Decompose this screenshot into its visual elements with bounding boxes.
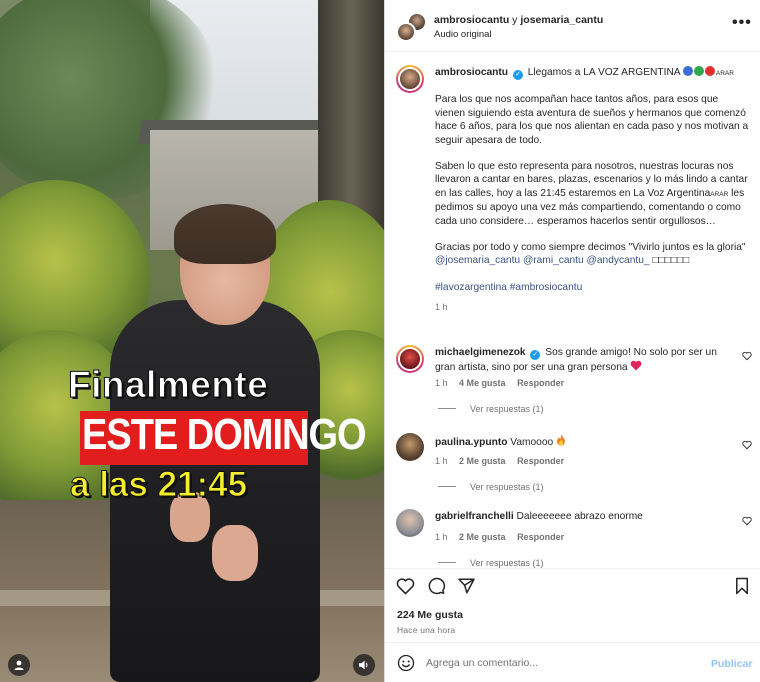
reply-button[interactable]: Responder	[517, 378, 564, 388]
comment-likes[interactable]: 4 Me gusta	[459, 378, 506, 388]
caption-emoji-tail: □□□□□□	[649, 255, 690, 267]
comment-username[interactable]: michaelgimenezok	[435, 347, 526, 358]
post-actions: 224 Me gusta Hace una hora	[385, 568, 760, 642]
replies-divider	[438, 408, 456, 409]
caption-text: ambrosiocantu ✓ Llegamos a LA VOZ ARGENT…	[435, 66, 750, 315]
like-comment-heart-icon[interactable]	[742, 351, 752, 361]
video-person-hand	[212, 525, 258, 581]
comment-body: Daleeeeeee abrazo enorme	[516, 511, 643, 522]
view-replies-label[interactable]: Ver respuestas (1)	[470, 558, 544, 568]
view-replies-link[interactable]: Ver respuestas (1)	[438, 558, 544, 568]
flag-text: ARAR	[715, 70, 734, 77]
authors-joiner: y	[509, 14, 521, 26]
red-circle-icon	[704, 66, 715, 76]
video-caption-line3: a las 21:45	[69, 465, 248, 505]
mention-link[interactable]: @josemaria_cantu	[435, 255, 520, 266]
likes-count[interactable]: 224 Me gusta	[397, 609, 463, 621]
post-header: ambrosiocantu y josemaria_cantu Audio or…	[385, 0, 760, 52]
comment-time[interactable]: 1 h	[435, 378, 448, 388]
caption-paragraph-text: Gracias por todo y como siempre decimos …	[435, 242, 746, 254]
comment-time[interactable]: 1 h	[435, 456, 448, 466]
caption-title: Llegamos a LA VOZ ARGENTINA	[527, 67, 681, 78]
share-paper-plane-icon[interactable]	[457, 577, 476, 595]
comment-username[interactable]: paulina.ypunto	[435, 437, 507, 448]
caption-avatar[interactable]	[396, 65, 424, 93]
emoji-icon[interactable]	[397, 654, 415, 672]
caption-paragraph-text: Saben lo que esto representa para nosotr…	[435, 161, 748, 199]
mention-link[interactable]: @andycantu_	[587, 255, 650, 266]
caption-time[interactable]: 1 h	[435, 301, 750, 314]
view-replies-link[interactable]: Ver respuestas (1)	[438, 482, 544, 492]
comment-meta: 1 h 2 Me gusta Responder	[435, 456, 573, 466]
reel-video[interactable]: Finalmente ESTE DOMINGO a las 21:45	[0, 0, 384, 682]
caption-username[interactable]: ambrosiocantu	[435, 67, 508, 78]
flag-text: ARAR	[710, 190, 729, 198]
replies-divider	[438, 562, 456, 563]
red-heart-icon	[630, 360, 642, 371]
comment-avatar[interactable]	[396, 345, 424, 373]
blue-circle-icon	[682, 66, 693, 76]
like-comment-heart-icon[interactable]	[742, 516, 752, 526]
speaker-icon	[359, 660, 368, 670]
comment-username[interactable]: gabrielfranchelli	[435, 511, 514, 522]
comment-composer: Publicar	[385, 642, 760, 682]
video-caption-line1: Finalmente	[67, 364, 269, 406]
comment-avatar[interactable]	[396, 509, 424, 537]
comment-meta: 1 h 4 Me gusta Responder	[435, 378, 573, 388]
comment-time[interactable]: 1 h	[435, 532, 448, 542]
sound-toggle-button[interactable]	[353, 654, 375, 676]
view-replies-label[interactable]: Ver respuestas (1)	[470, 404, 544, 414]
comments-feed[interactable]: ambrosiocantu ✓ Llegamos a LA VOZ ARGENT…	[385, 53, 760, 568]
caption-paragraph: Saben lo que esto representa para nosotr…	[435, 160, 750, 228]
author-link[interactable]: josemaria_cantu	[520, 14, 603, 26]
replies-divider	[438, 486, 456, 487]
post-authors: ambrosiocantu y josemaria_cantu	[434, 14, 603, 26]
green-circle-icon	[693, 66, 704, 76]
post-comment-button[interactable]: Publicar	[711, 658, 752, 670]
view-replies-label[interactable]: Ver respuestas (1)	[470, 482, 544, 492]
fire-icon	[557, 434, 565, 446]
comment-text: paulina.ypunto Vamoooo	[435, 434, 735, 449]
reply-button[interactable]: Responder	[517, 532, 564, 542]
comment-meta: 1 h 2 Me gusta Responder	[435, 532, 573, 542]
more-options-icon[interactable]: •••	[732, 15, 752, 31]
collab-avatars[interactable]	[396, 12, 427, 42]
mention-link[interactable]: @rami_cantu	[523, 255, 584, 266]
comment-avatar[interactable]	[396, 433, 424, 461]
hashtags[interactable]: #lavozargentina #ambrosiocantu	[435, 281, 750, 294]
verified-badge-icon: ✓	[530, 350, 541, 360]
reply-button[interactable]: Responder	[517, 456, 564, 466]
author-link[interactable]: ambrosiocantu	[434, 14, 509, 26]
user-tag-icon	[14, 660, 24, 670]
user-tag-button[interactable]	[8, 654, 30, 676]
save-bookmark-icon[interactable]	[734, 577, 750, 595]
video-caption-line2: ESTE DOMINGO	[82, 411, 367, 460]
verified-badge-icon: ✓	[512, 70, 523, 80]
comment-body: Vamoooo	[510, 437, 554, 448]
comment-likes[interactable]: 2 Me gusta	[459, 532, 506, 542]
comment-text: gabrielfranchelli Daleeeeeee abrazo enor…	[435, 510, 735, 523]
like-comment-heart-icon[interactable]	[742, 440, 752, 450]
caption-paragraph: Gracias por todo y como siempre decimos …	[435, 241, 750, 268]
comment-text: michaelgimenezok ✓ Sos grande amigo! No …	[435, 346, 735, 374]
avatar	[396, 22, 416, 42]
audio-link[interactable]: Audio original	[434, 29, 492, 40]
comment-bubble-icon[interactable]	[427, 577, 446, 595]
comment-input[interactable]	[426, 654, 696, 672]
caption-paragraph: Para los que nos acompañan hace tantos a…	[435, 94, 749, 146]
like-heart-icon[interactable]	[396, 577, 415, 595]
post-time-ago[interactable]: Hace una hora	[397, 625, 455, 635]
post-side-panel: ambrosiocantu y josemaria_cantu Audio or…	[384, 0, 760, 682]
comment-likes[interactable]: 2 Me gusta	[459, 456, 506, 466]
video-person-hair	[174, 204, 276, 264]
view-replies-link[interactable]: Ver respuestas (1)	[438, 404, 544, 414]
